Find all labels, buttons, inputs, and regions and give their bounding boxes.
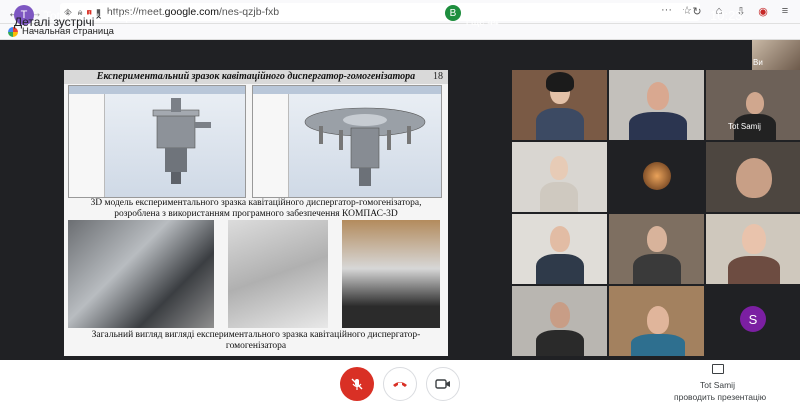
cad-screenshot-right <box>252 85 442 198</box>
participant-tile[interactable] <box>512 214 607 284</box>
speaker-avatar: В <box>445 5 461 21</box>
participant-tile[interactable] <box>609 286 704 356</box>
end-call-button[interactable] <box>383 367 417 401</box>
participants-count: 58 <box>642 5 651 14</box>
slide-number: 18 <box>433 71 443 82</box>
presenter-name: Tot Samij <box>700 380 735 390</box>
meeting-details-button[interactable]: Деталі зустрічі <box>14 15 94 29</box>
camera-toggle-button[interactable] <box>426 367 460 401</box>
speaker-more-count: і ще 44 <box>466 17 499 28</box>
photo-device-disassembled <box>68 220 214 328</box>
mic-off-icon <box>351 378 363 390</box>
participant-avatar <box>643 162 671 190</box>
camera-icon <box>435 379 450 389</box>
extension-icon[interactable]: ◉ <box>754 2 772 20</box>
mic-toggle-button[interactable] <box>340 367 374 401</box>
reload-icon[interactable]: ↻ <box>688 2 706 20</box>
participant-tile[interactable]: Tot Samij <box>706 70 800 140</box>
participant-tile[interactable] <box>609 70 704 140</box>
clock: 10:23 <box>710 8 743 23</box>
cad-screenshot-left <box>68 85 246 198</box>
participant-tile[interactable] <box>512 142 607 212</box>
participant-tile[interactable]: S <box>706 286 800 356</box>
slide-title: Експериментальний зразок кавітаційного д… <box>64 70 448 84</box>
present-screen-icon[interactable] <box>712 364 724 374</box>
participant-avatar: S <box>740 306 766 332</box>
caption-general-view: Загальний вигляд вигляді експериментальн… <box>91 330 421 351</box>
menu-icon[interactable]: ≡ <box>776 2 794 20</box>
participant-tile[interactable] <box>706 214 800 284</box>
participant-tile[interactable] <box>512 286 607 356</box>
photo-rotor-parts <box>228 220 328 328</box>
participant-tile[interactable] <box>609 214 704 284</box>
participant-tile[interactable] <box>706 142 800 212</box>
participant-tile[interactable] <box>512 70 607 140</box>
presenting-status: проводить презентацію <box>674 392 767 402</box>
speaker-name: Володимир Владиславович Пли... <box>466 4 624 15</box>
bookmarks-bar: Начальная страница <box>0 24 800 40</box>
photo-assembled-device <box>342 220 440 328</box>
participant-name: Tot Samij <box>728 122 761 131</box>
self-label: Ви <box>753 58 763 67</box>
chat-icon[interactable] <box>672 7 685 18</box>
caption-3d-model: 3D модель експериментального зразка каві… <box>90 198 422 219</box>
more-icon[interactable]: ··· <box>661 4 672 16</box>
participant-tile[interactable] <box>609 142 704 212</box>
cad-model-assembly <box>152 98 211 184</box>
meet-header <box>0 40 800 70</box>
end-call-icon <box>393 382 407 387</box>
chevron-up-icon[interactable]: ⌃ <box>94 14 103 27</box>
cad-model-rotor <box>304 107 426 186</box>
